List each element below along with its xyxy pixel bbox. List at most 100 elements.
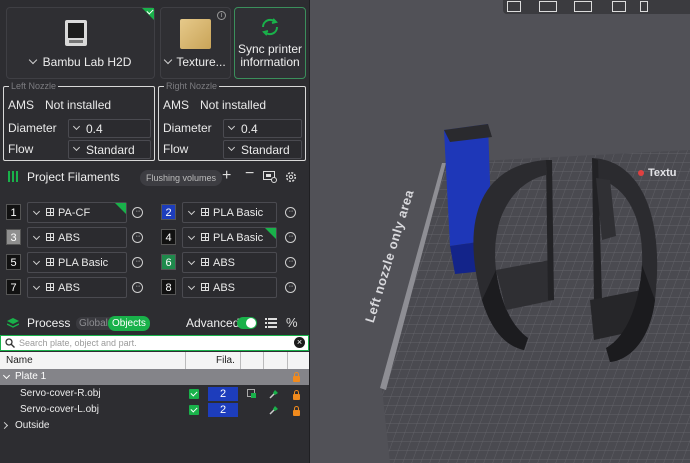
add-filament-icon[interactable]: +: [222, 167, 231, 185]
brush-icon[interactable]: [269, 389, 279, 399]
list-icon[interactable]: [265, 318, 277, 328]
filament-preset-icon: [201, 283, 209, 291]
filament-slot-number[interactable]: 4: [161, 229, 176, 245]
filament-name: PLA Basic: [213, 232, 264, 244]
plate-row[interactable]: Plate 1: [0, 369, 309, 385]
left-nozzle-title: Left Nozzle: [9, 81, 59, 91]
filament-name: ABS: [213, 257, 236, 269]
flow-select[interactable]: Standard: [68, 140, 151, 159]
diameter-select[interactable]: 0.4: [68, 119, 151, 138]
filament-more-icon[interactable]: ···: [285, 207, 296, 218]
flushing-volumes-button[interactable]: Flushing volumes: [140, 170, 223, 186]
column-fila: Fila.: [216, 355, 235, 366]
texture-plate-icon: [180, 19, 211, 49]
filament-preset-icon: [46, 233, 54, 241]
filament-preset-icon: [201, 233, 209, 241]
outside-label: Outside: [15, 420, 50, 431]
filament-more-icon[interactable]: ···: [132, 257, 143, 268]
plate-type-card[interactable]: i Texture...: [160, 7, 231, 79]
filament-more-icon[interactable]: ···: [132, 207, 143, 218]
chevron-right-icon[interactable]: [0, 421, 9, 430]
flow-select[interactable]: Standard: [223, 140, 302, 159]
chevron-down-icon: [32, 282, 41, 291]
filament-more-icon[interactable]: ···: [132, 282, 143, 293]
lock-icon[interactable]: [293, 372, 300, 382]
sync-icon: [261, 18, 279, 36]
filament-select[interactable]: PLA Basic: [182, 227, 277, 248]
support-paint-icon[interactable]: [247, 389, 257, 399]
plate-origin-marker: [638, 170, 644, 176]
filament-select[interactable]: ABS: [27, 227, 127, 248]
printer-card[interactable]: Bambu Lab H2D: [6, 7, 155, 79]
chevron-down-icon: [187, 207, 196, 216]
flow-label: Flow: [8, 142, 34, 156]
filament-select[interactable]: ABS: [182, 277, 277, 298]
brush-icon[interactable]: [269, 405, 279, 415]
process-title: Process: [27, 316, 71, 330]
build-plate-scene: [380, 124, 690, 463]
selected-check-icon: [142, 8, 154, 20]
filament-icon: [8, 171, 18, 182]
object-name: Servo-cover-R.obj: [20, 388, 101, 399]
clear-search-icon[interactable]: ×: [294, 337, 305, 348]
filament-slot-number[interactable]: 1: [6, 204, 21, 220]
flow-label: Flow: [163, 142, 189, 156]
outside-row[interactable]: Outside: [0, 418, 309, 434]
3d-viewport[interactable]: Left nozzle only area Textu: [310, 0, 690, 463]
split-icon[interactable]: [640, 1, 648, 12]
lock-icon[interactable]: [293, 406, 300, 416]
filament-more-icon[interactable]: ···: [285, 282, 296, 293]
object-name: Servo-cover-L.obj: [20, 404, 99, 415]
search-icon: [5, 338, 15, 348]
search-input[interactable]: Search plate, object and part.: [19, 338, 137, 348]
object-visible-checkbox[interactable]: [189, 405, 199, 415]
diameter-select[interactable]: 0.4: [223, 119, 302, 138]
tab-global[interactable]: Global: [76, 317, 111, 330]
auto-orient-icon[interactable]: [574, 1, 592, 12]
chevron-down-icon: [72, 122, 81, 131]
percent-icon[interactable]: %: [286, 315, 298, 330]
filament-slot-number[interactable]: 8: [161, 279, 176, 295]
object-search-box[interactable]: Search plate, object and part. ×: [0, 335, 309, 351]
lock-icon[interactable]: [293, 390, 300, 400]
filament-select[interactable]: PLA Basic: [182, 202, 277, 223]
ams-value: Not installed: [200, 98, 267, 112]
tab-objects[interactable]: Objects: [108, 316, 150, 331]
sync-printer-button[interactable]: Sync printer information: [234, 7, 306, 79]
sync-filament-icon[interactable]: [263, 171, 277, 183]
filament-slot-number[interactable]: 7: [6, 279, 21, 295]
filament-select[interactable]: PLA Basic: [27, 252, 127, 273]
gear-icon[interactable]: [285, 171, 297, 183]
object-row[interactable]: Servo-cover-L.obj 2: [0, 402, 309, 418]
object-filament[interactable]: 2: [208, 403, 238, 417]
plate-name: Plate 1: [15, 371, 47, 382]
arrange-icon[interactable]: [612, 1, 626, 12]
advanced-label: Advanced: [186, 316, 240, 330]
viewport-toolbar: [503, 0, 690, 14]
filament-more-icon[interactable]: ···: [132, 232, 143, 243]
right-nozzle-box: Right Nozzle AMS Not installed Diameter …: [158, 81, 306, 161]
filament-slot-number[interactable]: 5: [6, 254, 21, 270]
filament-select[interactable]: PA-CF: [27, 202, 127, 223]
filament-select[interactable]: ABS: [182, 252, 277, 273]
info-icon[interactable]: i: [217, 11, 226, 20]
chevron-down-icon[interactable]: [2, 371, 11, 380]
filament-slot-number[interactable]: 6: [161, 254, 176, 270]
advanced-toggle[interactable]: [237, 317, 257, 329]
object-visible-checkbox[interactable]: [189, 389, 199, 399]
filament-slot-number[interactable]: 3: [6, 229, 21, 245]
filament-slot-number[interactable]: 2: [161, 204, 176, 220]
chevron-down-icon: [32, 207, 41, 216]
object-filament[interactable]: 2: [208, 387, 238, 401]
filament-select[interactable]: ABS: [27, 277, 127, 298]
filament-more-icon[interactable]: ···: [285, 257, 296, 268]
add-object-icon[interactable]: [507, 1, 521, 12]
filament-name: PLA Basic: [58, 257, 109, 269]
chevron-down-icon: [164, 55, 173, 65]
object-row[interactable]: Servo-cover-R.obj 2: [0, 386, 309, 402]
add-plate-icon[interactable]: [539, 1, 557, 12]
filament-more-icon[interactable]: ···: [285, 232, 296, 243]
chevron-down-icon: [187, 257, 196, 266]
remove-filament-icon[interactable]: −: [245, 165, 254, 183]
filament-name: PLA Basic: [213, 207, 264, 219]
